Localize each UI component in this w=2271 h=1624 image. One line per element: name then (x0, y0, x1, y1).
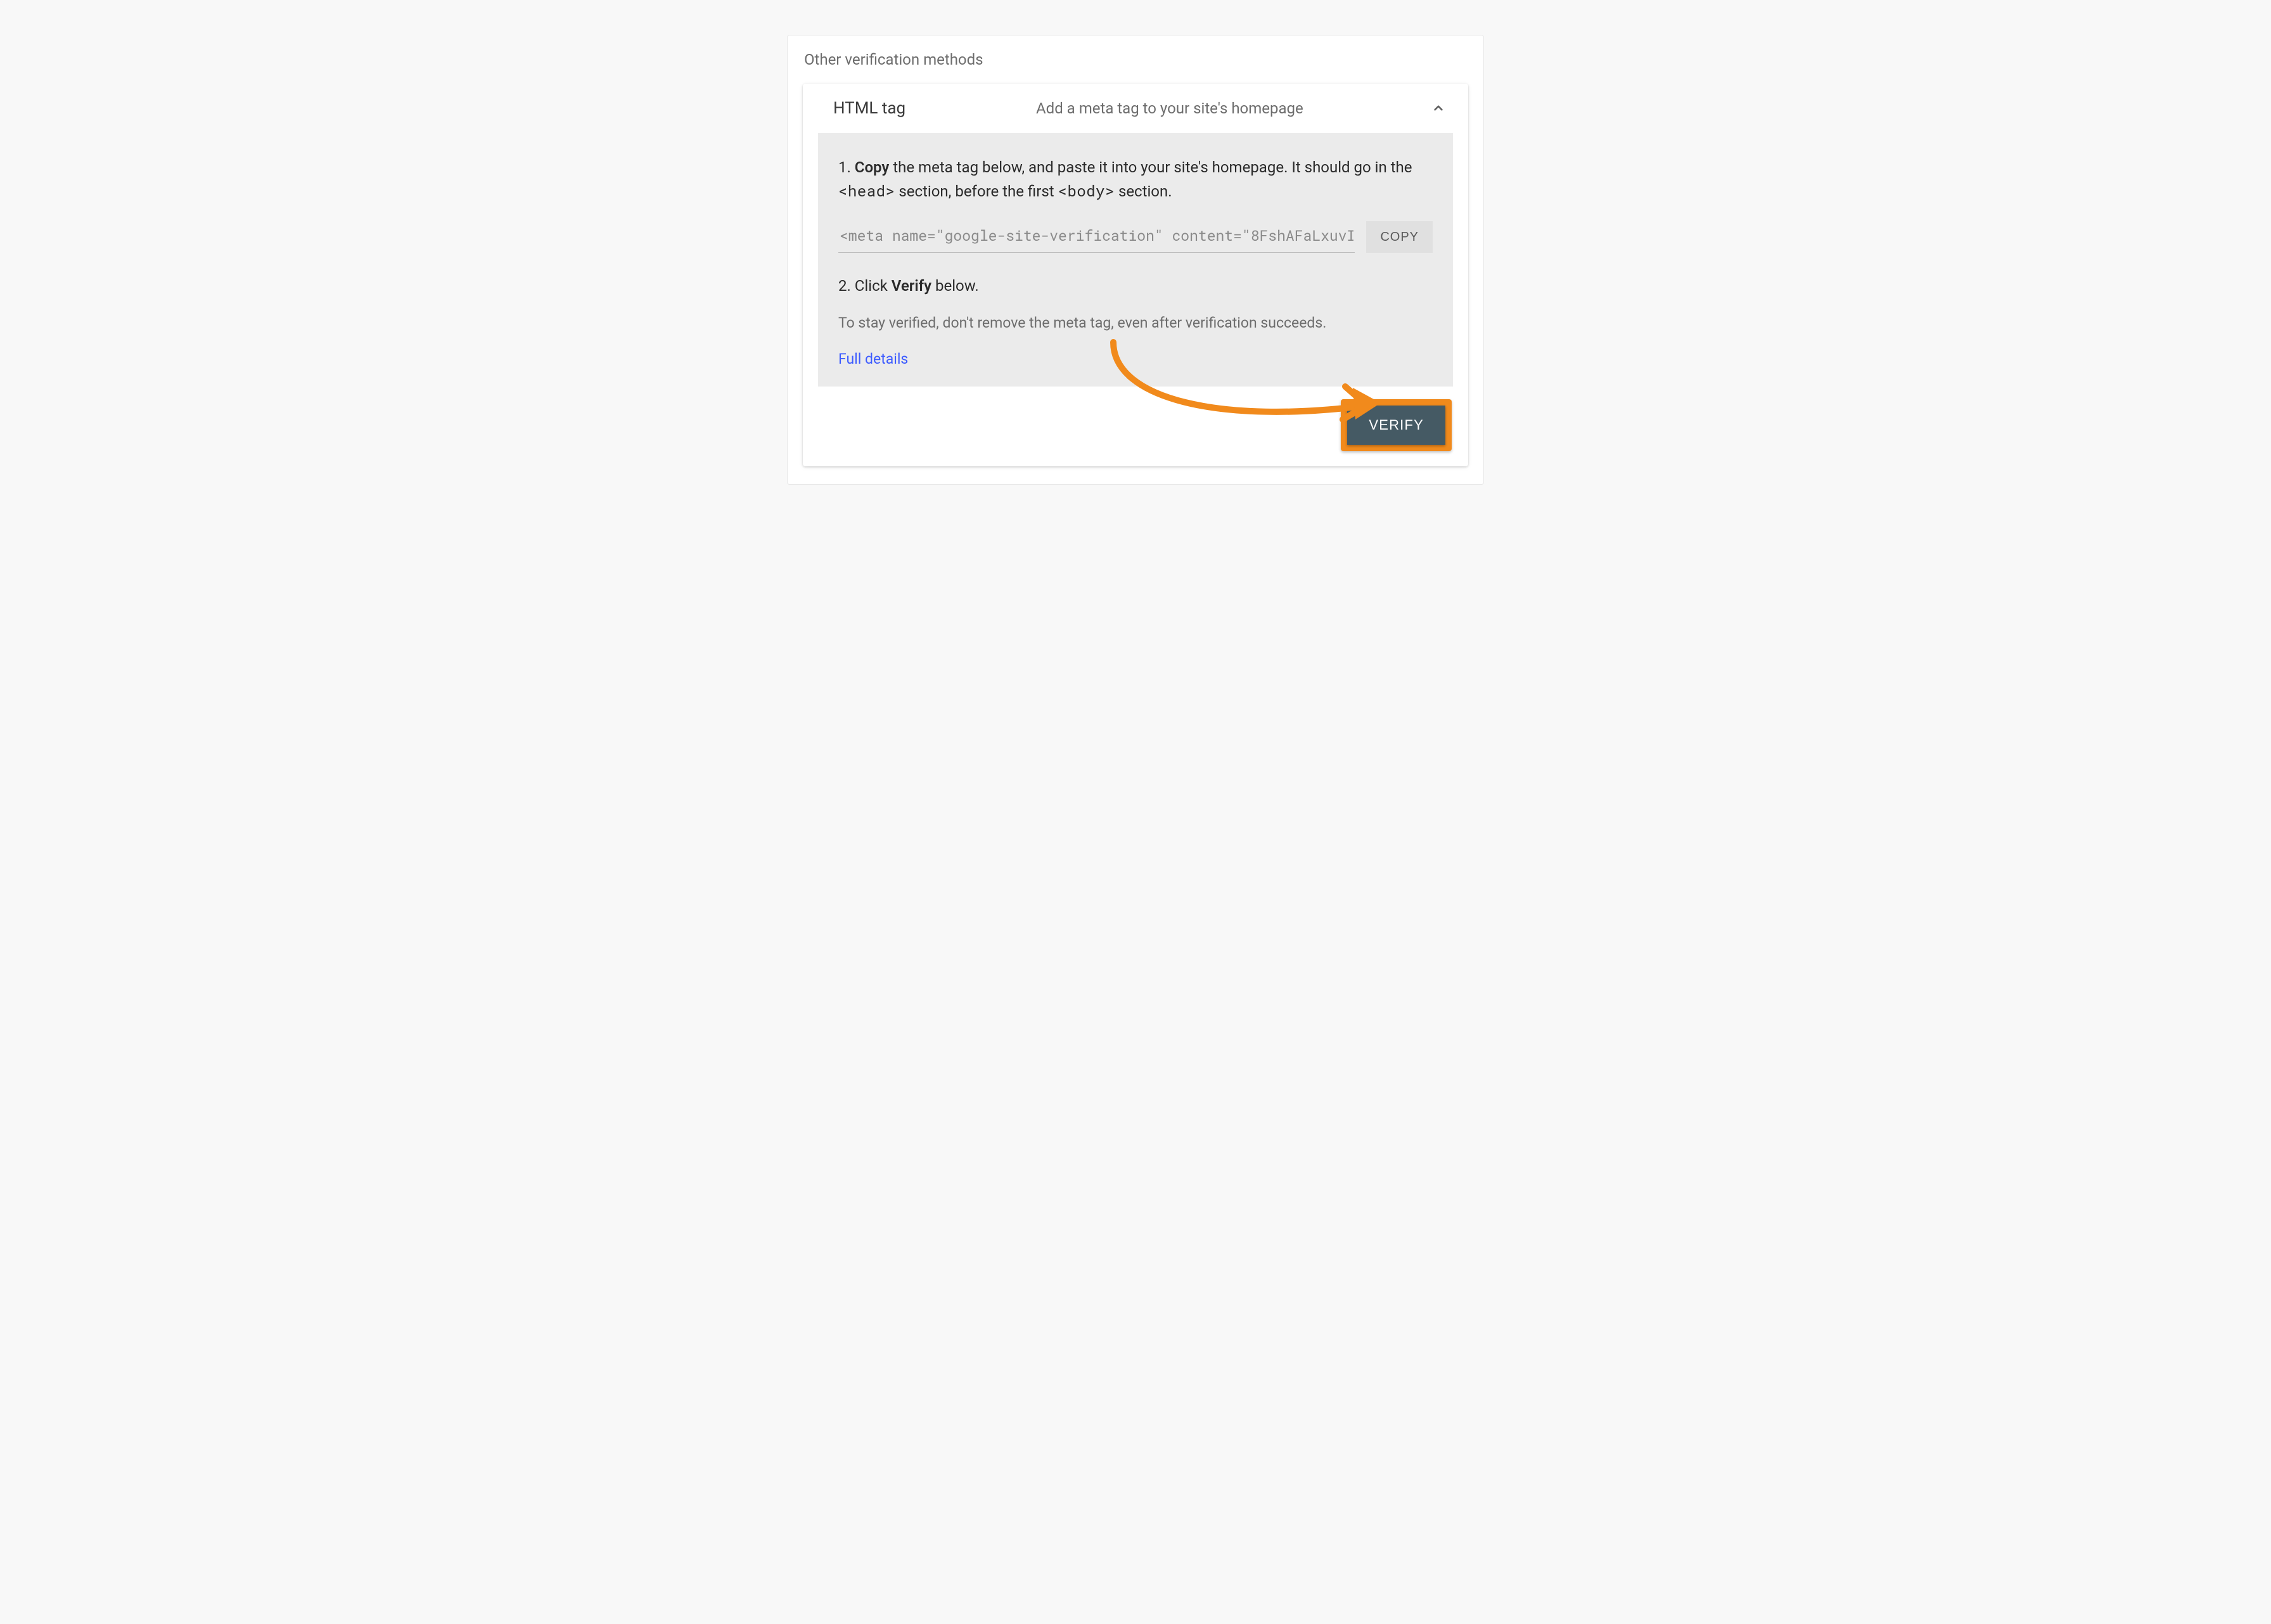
step-2-text: below. (931, 277, 979, 295)
meta-tag-row: COPY (838, 221, 1433, 253)
step-1: 1. Copy the meta tag below, and paste it… (838, 156, 1433, 203)
step-1-text-b: section, before the first (895, 182, 1058, 200)
chevron-up-icon[interactable] (1429, 99, 1448, 118)
step-1-text-a: the meta tag below, and paste it into yo… (889, 158, 1412, 176)
meta-tag-input[interactable] (838, 221, 1355, 253)
step-1-bold: Copy (855, 158, 890, 176)
hint-text: To stay verified, don't remove the meta … (838, 312, 1433, 335)
full-details-link[interactable]: Full details (838, 350, 908, 368)
step-1-head-tag: <head> (838, 181, 895, 201)
card-footer: VERIFY (803, 387, 1468, 466)
card-body: 1. Copy the meta tag below, and paste it… (818, 133, 1453, 387)
step-1-text-c: section. (1115, 182, 1172, 200)
step-2-number: 2. Click (838, 277, 892, 295)
verify-highlight: VERIFY (1341, 399, 1452, 451)
copy-button[interactable]: COPY (1366, 221, 1433, 253)
verification-panel: Other verification methods HTML tag Add … (787, 35, 1484, 485)
step-2-bold: Verify (892, 277, 931, 295)
step-2: 2. Click Verify below. (838, 274, 1433, 298)
card-header[interactable]: HTML tag Add a meta tag to your site's h… (803, 84, 1468, 133)
method-name: HTML tag (833, 99, 1036, 118)
html-tag-card: HTML tag Add a meta tag to your site's h… (803, 84, 1468, 466)
step-1-body-tag: <body> (1058, 181, 1115, 201)
verify-button[interactable]: VERIFY (1347, 406, 1445, 445)
method-description: Add a meta tag to your site's homepage (1036, 99, 1410, 117)
panel-title: Other verification methods (804, 51, 1468, 68)
step-1-number: 1. (838, 158, 855, 176)
